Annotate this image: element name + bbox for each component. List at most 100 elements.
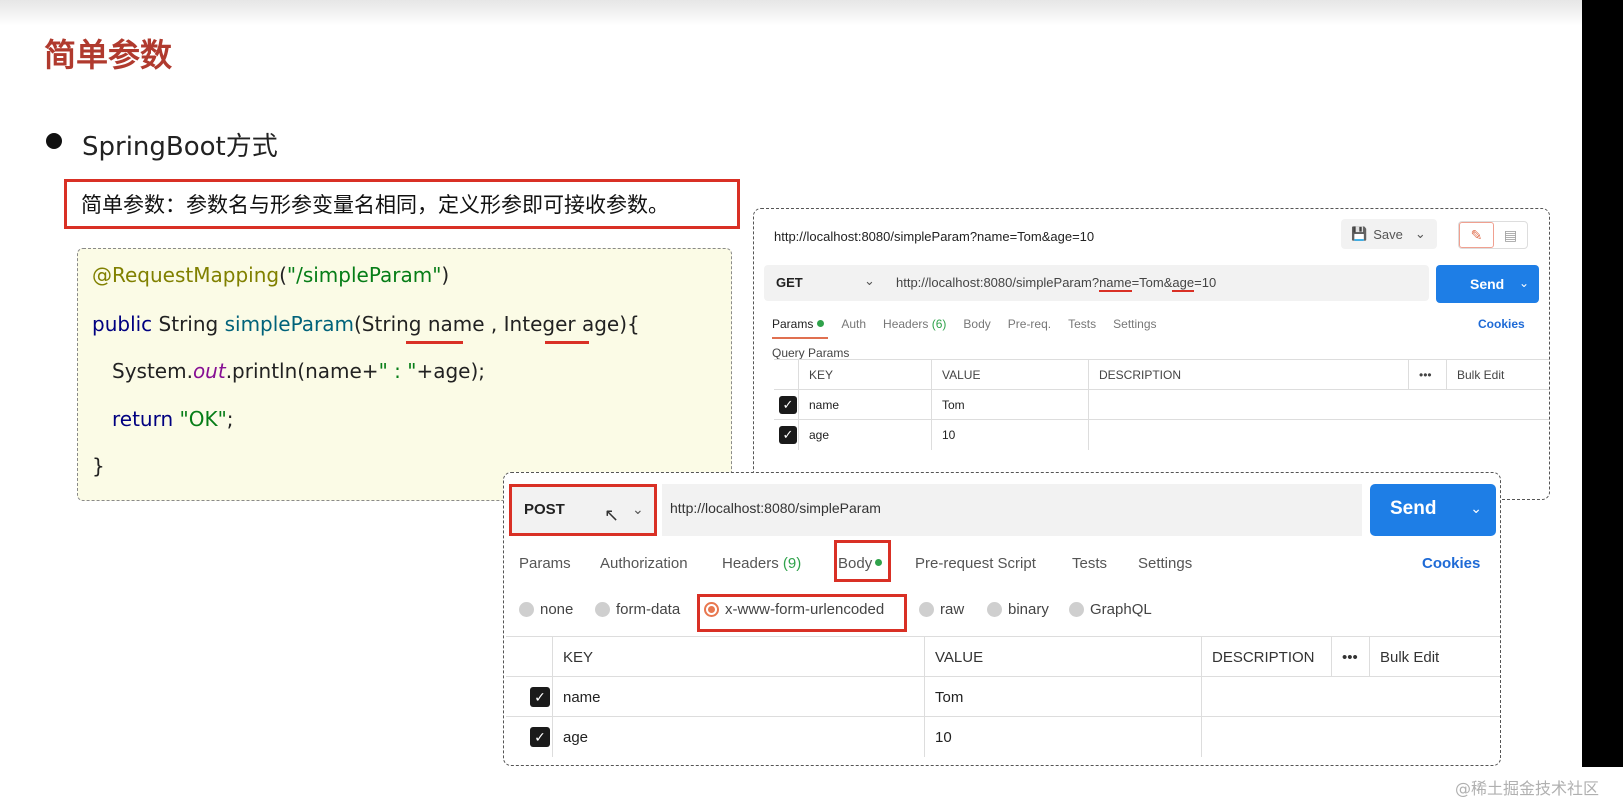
column-description: DESCRIPTION <box>1088 360 1408 390</box>
static-field: out <box>192 359 226 383</box>
save-label: Save <box>1373 226 1403 242</box>
send-button[interactable]: Send ⌄ <box>1370 484 1496 536</box>
cookies-link[interactable]: Cookies <box>1478 317 1525 331</box>
code-token: ){ <box>619 312 640 336</box>
bulk-edit-button[interactable]: Bulk Edit <box>1446 360 1549 390</box>
method-name: simpleParam <box>224 312 354 336</box>
view-toggle: ✎ ▤ <box>1458 221 1528 249</box>
code-token: System. <box>112 359 193 383</box>
cookies-link[interactable]: Cookies <box>1422 555 1480 572</box>
radio-graphql[interactable]: GraphQL <box>1069 601 1152 618</box>
code-line-2: public String simpleParam(String name , … <box>92 312 640 336</box>
tab-auth[interactable]: Auth <box>841 317 866 331</box>
tab-settings[interactable]: Settings <box>1138 555 1192 572</box>
row-checkbox[interactable]: ✓ <box>530 727 550 747</box>
save-icon: 💾 <box>1351 226 1368 241</box>
keyword: public <box>92 312 153 336</box>
code-token: String <box>152 312 225 336</box>
edit-pencil-icon[interactable]: ✎ <box>1459 222 1494 248</box>
string-literal: "/simpleParam" <box>286 263 442 287</box>
description-text: 简单参数：参数名与形参变量名相同，定义形参即可接收参数。 <box>81 193 669 217</box>
radio-circle <box>919 602 934 617</box>
method-label: POST <box>524 501 565 518</box>
param-name: name <box>427 312 485 336</box>
param-age: age <box>581 312 620 336</box>
param-key[interactable]: name <box>798 390 931 420</box>
tab-label: Headers <box>883 317 932 331</box>
param-value[interactable]: Tom <box>924 677 1201 717</box>
radio-none[interactable]: none <box>519 601 573 618</box>
tab-tests[interactable]: Tests <box>1072 555 1107 572</box>
description-box: 简单参数：参数名与形参变量名相同，定义形参即可接收参数。 <box>64 179 740 229</box>
save-button[interactable]: 💾 Save ⌄ <box>1341 219 1437 249</box>
chevron-down-icon: ⌄ <box>632 501 644 517</box>
column-value: VALUE <box>931 360 1088 390</box>
chevron-down-icon: ⌄ <box>1414 226 1426 241</box>
table-row: ✓ age 10 <box>774 419 1549 450</box>
param-key[interactable]: age <box>798 420 931 450</box>
more-options-icon[interactable]: ••• <box>1331 637 1369 677</box>
table-row: ✓ age 10 <box>506 716 1500 757</box>
body-params-table: KEY VALUE DESCRIPTION ••• Bulk Edit ✓ na… <box>506 636 1500 757</box>
send-label: Send <box>1390 498 1437 519</box>
keyword: return <box>112 407 174 431</box>
param-description[interactable] <box>1201 677 1456 717</box>
tab-prereq[interactable]: Pre-req. <box>1008 317 1051 331</box>
chevron-down-icon[interactable]: ⌄ <box>864 273 875 289</box>
param-value[interactable]: Tom <box>931 390 1088 420</box>
param-value[interactable]: 10 <box>931 420 1088 450</box>
column-key: KEY <box>552 637 924 677</box>
chevron-down-icon[interactable]: ⌄ <box>1519 276 1529 290</box>
code-line-3: System.out.println(name+" : "+age); <box>112 359 485 383</box>
method-select[interactable]: POST ↖ ⌄ <box>509 484 657 536</box>
radio-form-data[interactable]: form-data <box>595 601 680 618</box>
radio-label: GraphQL <box>1090 601 1152 618</box>
more-options-icon[interactable]: ••• <box>1408 360 1446 390</box>
bullet-dot <box>46 133 62 149</box>
urlencoded-highlight <box>697 594 907 632</box>
method-select[interactable]: GET <box>776 275 803 290</box>
tab-body[interactable]: Body <box>963 317 990 331</box>
radio-label: raw <box>940 601 965 618</box>
radio-raw[interactable]: raw <box>919 601 964 618</box>
row-checkbox[interactable]: ✓ <box>779 396 797 414</box>
tab-params[interactable]: Params <box>772 317 825 331</box>
param-description[interactable] <box>1088 390 1549 420</box>
radio-label: none <box>540 601 574 618</box>
code-token: ; <box>226 407 234 431</box>
param-description[interactable] <box>1088 420 1549 450</box>
url-input[interactable]: http://localhost:8080/simpleParam?name=T… <box>896 275 1217 292</box>
bulk-edit-button[interactable]: Bulk Edit <box>1369 637 1500 677</box>
param-key[interactable]: age <box>552 717 924 757</box>
string-literal: "OK" <box>179 407 227 431</box>
radio-binary[interactable]: binary <box>987 601 1049 618</box>
url-text: http://localhost:8080/simpleParam <box>670 500 881 516</box>
param-key[interactable]: name <box>552 677 924 717</box>
param-description[interactable] <box>1201 717 1456 757</box>
tab-label: Params <box>772 317 814 331</box>
tab-authorization[interactable]: Authorization <box>600 555 688 572</box>
table-header-row: KEY VALUE DESCRIPTION ••• Bulk Edit <box>774 359 1549 390</box>
tab-label: Headers <box>722 555 783 572</box>
row-checkbox[interactable]: ✓ <box>530 687 550 707</box>
chevron-down-icon[interactable]: ⌄ <box>1470 500 1482 517</box>
row-checkbox[interactable]: ✓ <box>779 426 797 444</box>
radio-circle <box>595 602 610 617</box>
url-input[interactable]: http://localhost:8080/simpleParam <box>662 484 1362 536</box>
code-token: ) <box>441 263 450 287</box>
tab-prerequest-script[interactable]: Pre-request Script <box>915 555 1036 572</box>
param-value[interactable]: 10 <box>924 717 1201 757</box>
right-black-bar <box>1582 0 1623 767</box>
comment-icon[interactable]: ▤ <box>1494 222 1527 248</box>
table-row: ✓ name Tom <box>774 389 1549 420</box>
tab-settings[interactable]: Settings <box>1113 317 1156 331</box>
tab-headers[interactable]: Headers (6) <box>883 317 946 331</box>
tab-params[interactable]: Params <box>519 555 571 572</box>
cursor-icon: ↖ <box>604 505 620 525</box>
request-tabs: Params Auth Headers (6) Body Pre-req. Te… <box>772 317 1174 331</box>
send-button[interactable]: Send ⌄ <box>1436 265 1539 303</box>
watermark: @稀土掘金技术社区 <box>1455 779 1600 798</box>
tab-tests[interactable]: Tests <box>1068 317 1096 331</box>
tab-headers[interactable]: Headers (9) <box>722 555 801 572</box>
url-part: =10 <box>1194 275 1217 290</box>
